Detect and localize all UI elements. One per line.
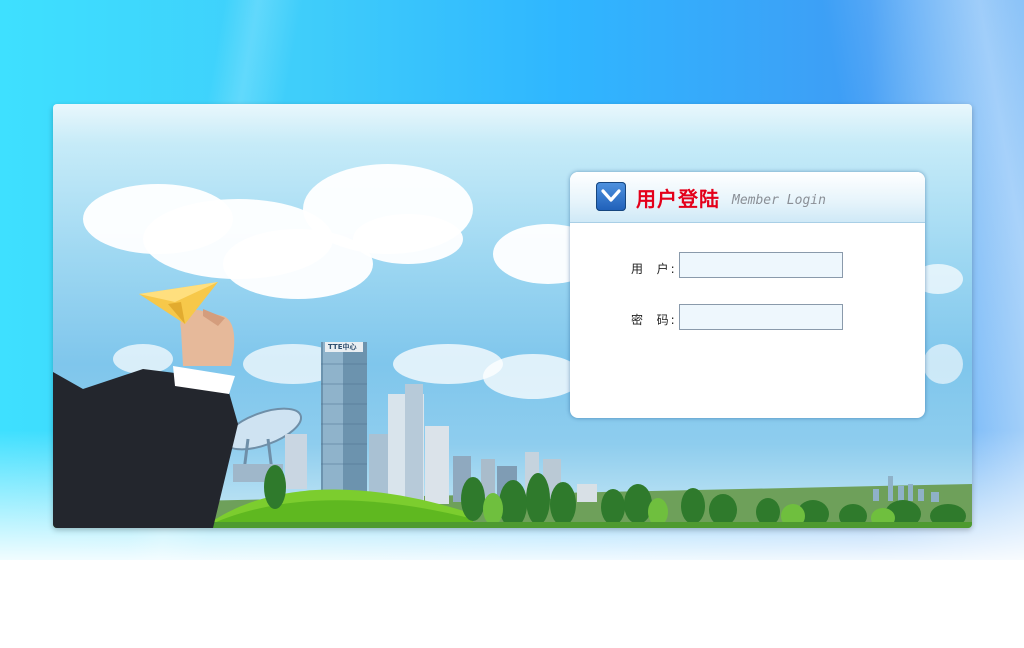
login-subtitle: Member Login [732,193,826,208]
username-input[interactable] [679,252,843,278]
building-sign: TTE中心 [328,343,357,351]
login-title: 用户登陆 [636,187,720,211]
password-label: 密 码: [631,313,677,327]
username-label: 用 户: [631,262,677,276]
login-panel: 用户登陆 Member Login 用 户: 密 码: [570,172,925,418]
chevron-down-icon [596,182,626,211]
password-input[interactable] [679,304,843,330]
login-header: 用户登陆 Member Login [570,172,925,223]
